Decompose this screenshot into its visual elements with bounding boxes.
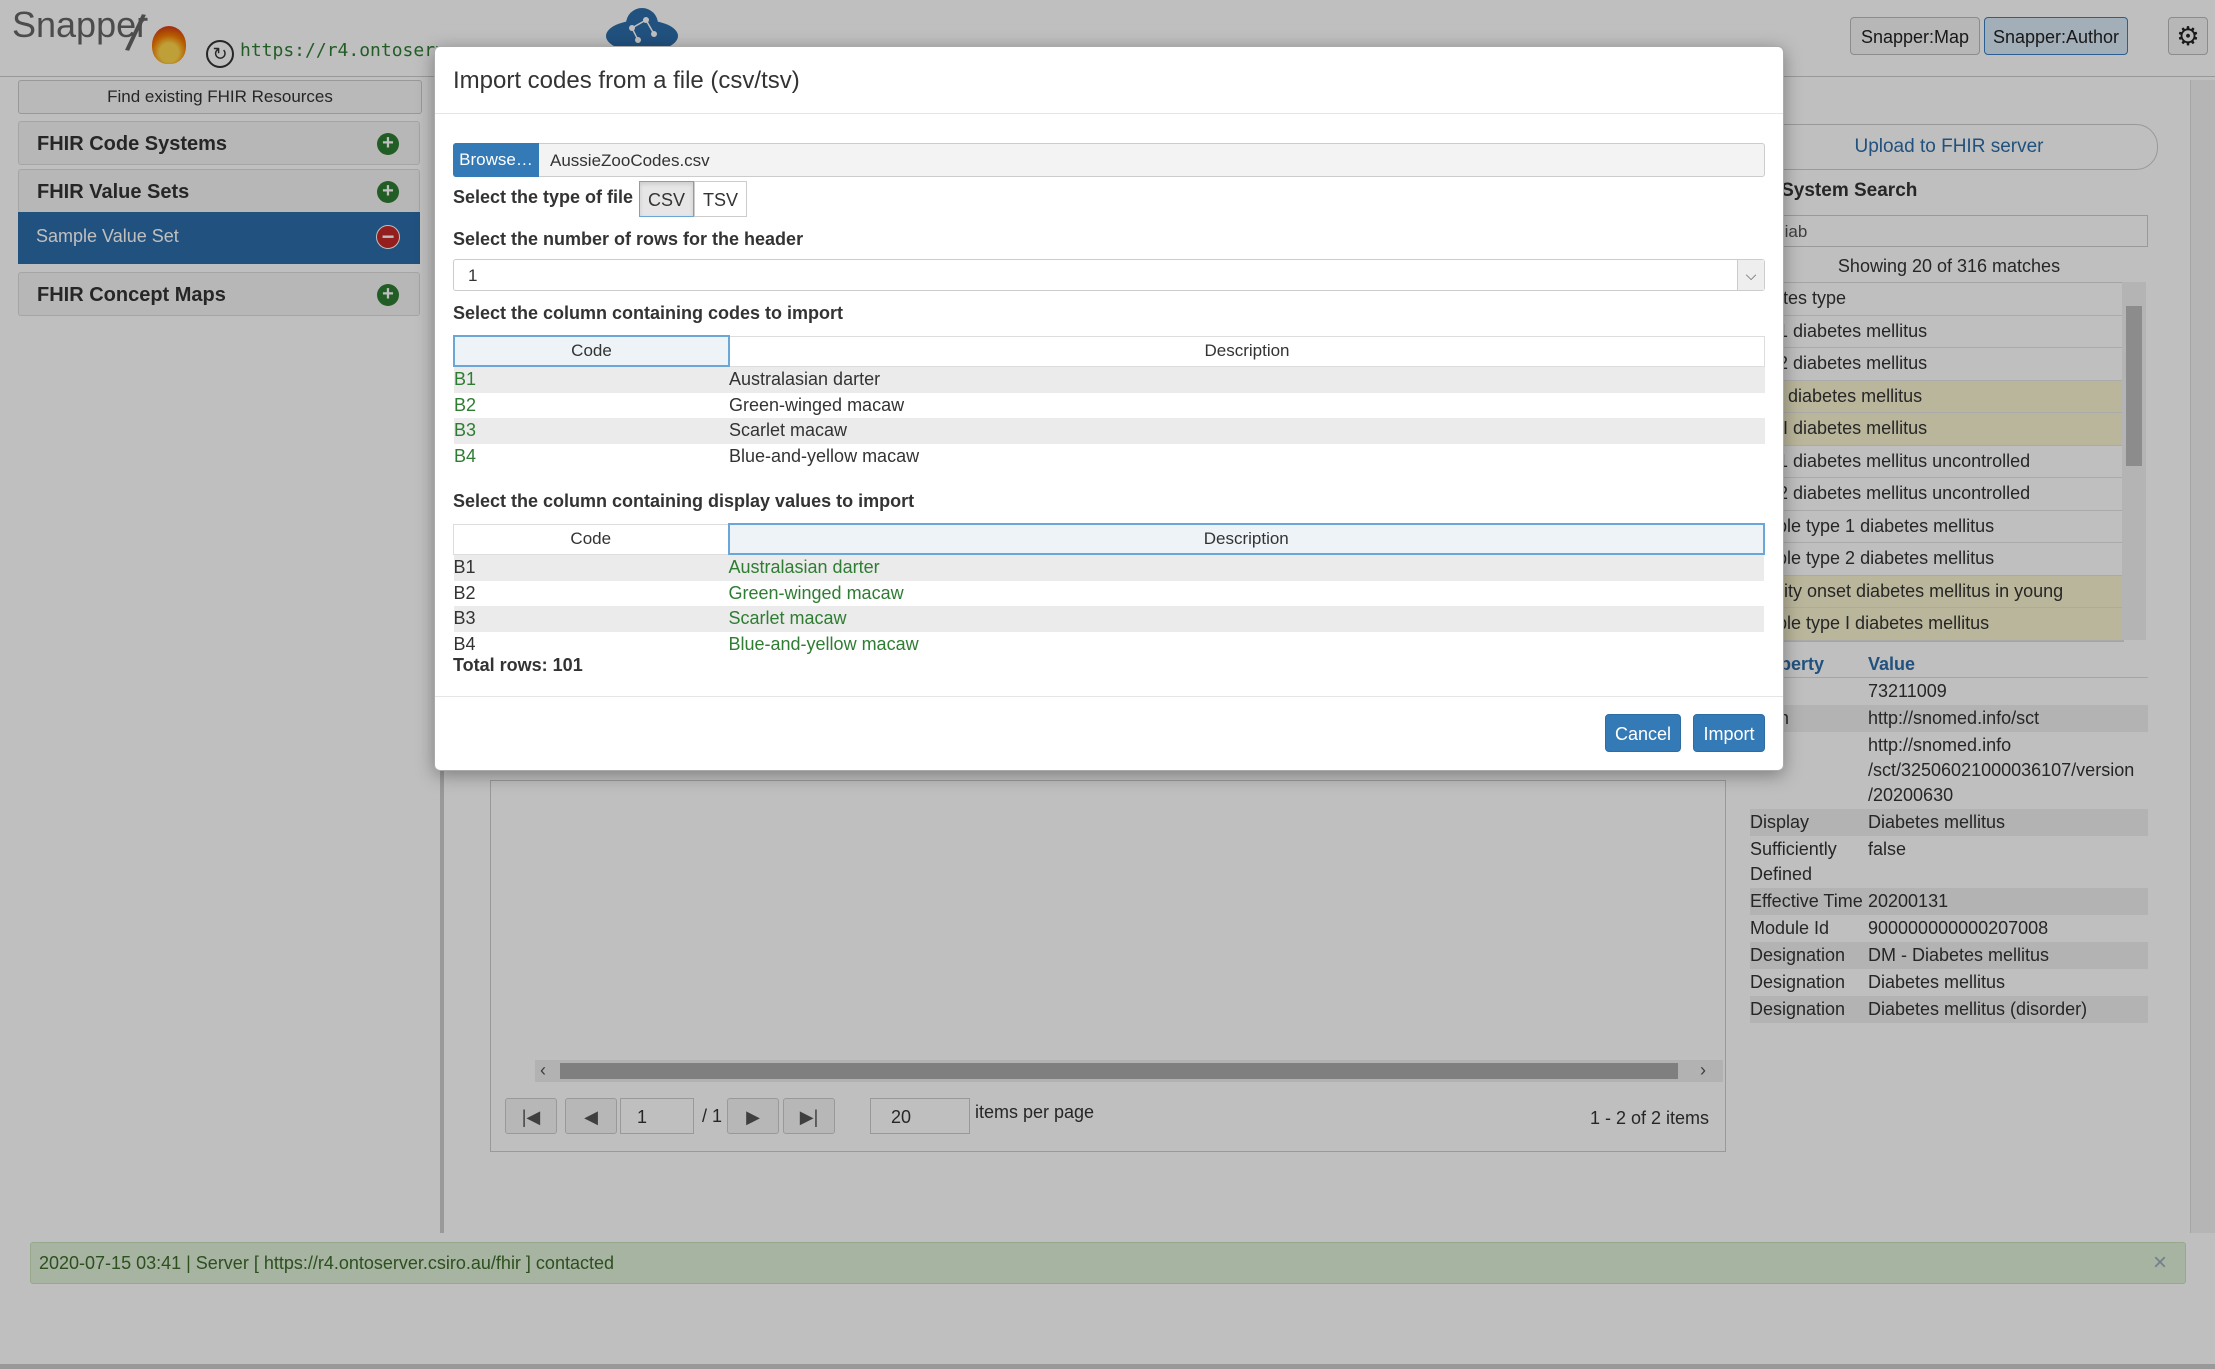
- display-column-preview: Code Description B1 Australasian darter B2…: [453, 523, 1765, 657]
- header-rows-value: 1: [468, 266, 478, 285]
- preview-row: B1 Australasian darter: [453, 554, 1764, 581]
- import-button[interactable]: Import: [1693, 714, 1765, 752]
- display-column-label: Select the column containing display val…: [453, 491, 915, 511]
- code-column-header[interactable]: Code: [453, 335, 730, 367]
- description-cell: Green-winged macaw: [728, 582, 904, 603]
- browse-button[interactable]: Browse…: [453, 143, 539, 177]
- preview-row: B2 Green-winged macaw: [454, 581, 1765, 607]
- preview-row: B1 Australasian darter: [454, 366, 1765, 393]
- code-cell: B1: [453, 554, 729, 581]
- codes-column-label: Select the column containing codes to im…: [453, 303, 844, 323]
- file-type-label: Select the type of file: [453, 187, 634, 207]
- description-column-header[interactable]: Description: [728, 335, 1765, 367]
- codes-column-preview: Code Description B1 Australasian darter B2…: [453, 335, 1765, 469]
- file-name: AussieZooCodes.csv: [550, 151, 710, 170]
- code-cell: B4: [453, 633, 476, 654]
- preview-row: B4 Blue-and-yellow macaw: [454, 444, 1765, 470]
- code-cell: B1: [454, 366, 729, 393]
- description-column-header[interactable]: Description: [727, 523, 1765, 555]
- divider: [435, 113, 1783, 114]
- preview-row: B2 Green-winged macaw: [454, 393, 1765, 419]
- preview-row: B4 Blue-and-yellow macaw: [454, 632, 1765, 658]
- code-cell: B2: [454, 394, 477, 415]
- description-cell: Green-winged macaw: [729, 394, 905, 415]
- description-cell: Australasian darter: [729, 366, 1765, 393]
- cancel-button[interactable]: Cancel: [1605, 714, 1681, 752]
- description-cell: Scarlet macaw: [729, 418, 1765, 444]
- csv-option[interactable]: CSV: [639, 181, 695, 217]
- file-input[interactable]: Browse… AussieZooCodes.csv: [453, 143, 1765, 177]
- file-type-toggle: CSV TSV: [639, 181, 748, 217]
- dialog-title: Import codes from a file (csv/tsv): [453, 67, 800, 94]
- code-cell: B3: [453, 606, 729, 632]
- description-cell: Scarlet macaw: [728, 606, 1764, 632]
- chevron-down-icon[interactable]: ⌵: [1737, 260, 1764, 290]
- code-column-header[interactable]: Code: [453, 523, 729, 555]
- preview-row: B3 Scarlet macaw: [454, 418, 1765, 444]
- divider: [435, 696, 1783, 697]
- description-cell: Blue-and-yellow macaw: [729, 445, 920, 466]
- total-rows: Total rows: 101: [453, 655, 583, 675]
- tsv-option[interactable]: TSV: [694, 181, 748, 217]
- import-codes-dialog: Import codes from a file (csv/tsv) Brows…: [434, 46, 1784, 771]
- description-cell: Blue-and-yellow macaw: [728, 633, 919, 654]
- preview-row: B3 Scarlet macaw: [453, 606, 1764, 632]
- header-rows-label: Select the number of rows for the header: [453, 229, 804, 249]
- code-cell: B4: [454, 445, 477, 466]
- code-cell: B2: [453, 582, 476, 603]
- header-rows-select[interactable]: 1 ⌵: [453, 259, 1765, 291]
- description-cell: Australasian darter: [728, 554, 1764, 581]
- code-cell: B3: [454, 418, 729, 444]
